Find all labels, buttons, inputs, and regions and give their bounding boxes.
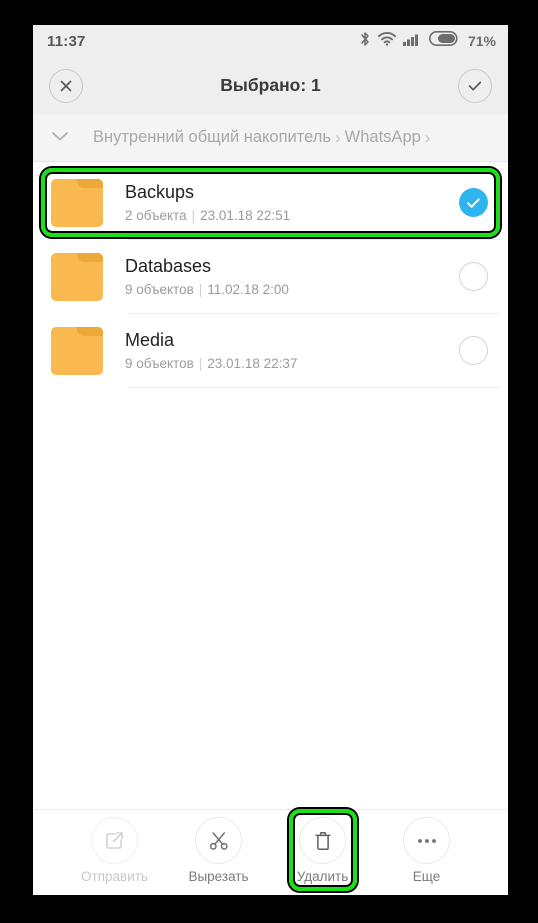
folder-name: Media [125, 330, 175, 350]
toolbar-item-cut[interactable]: Вырезать [178, 817, 260, 884]
breadcrumb-folder[interactable]: WhatsApp [345, 128, 421, 147]
delete-button[interactable] [299, 817, 346, 864]
breadcrumb-root[interactable]: Внутренний общий накопитель [93, 128, 331, 147]
breadcrumb[interactable]: Внутренний общий накопитель › WhatsApp › [33, 114, 508, 162]
list-item-text: Media 9 объектов | 23.01.18 22:37 [125, 330, 459, 371]
row-divider [128, 387, 500, 388]
list-item-text: Databases 9 объектов | 11.02.18 2:00 [125, 256, 459, 297]
folder-name: Databases [125, 256, 212, 276]
toolbar-label-more: Еще [412, 869, 441, 884]
folder-icon [51, 178, 103, 227]
folder-meta: 9 объектов | 11.02.18 2:00 [125, 282, 459, 297]
page-title: Выбрано: 1 [220, 75, 321, 95]
cellular-signal-icon [402, 32, 422, 51]
meta-separator: | [198, 282, 203, 297]
toolbar-item-more[interactable]: Еще [386, 817, 468, 884]
more-button[interactable] [403, 817, 450, 864]
action-toolbar: Отправить Вырезать Удалить Еще [33, 809, 508, 895]
selection-header: Выбрано: 1 [33, 57, 508, 114]
toolbar-label-delete: Удалить [296, 869, 349, 884]
close-button[interactable] [49, 68, 83, 103]
phone-screen: 11:37 71% Выбрано: 1 Внутренний общий на… [33, 25, 508, 895]
check-icon [467, 198, 480, 208]
folder-date: 23.01.18 22:37 [207, 356, 298, 371]
battery-percent: 71% [467, 33, 496, 49]
toolbar-label-share: Отправить [81, 869, 148, 884]
folder-tab [77, 178, 103, 188]
battery-icon [428, 31, 459, 51]
folder-date: 11.02.18 2:00 [207, 282, 289, 297]
breadcrumb-separator-2: › [424, 127, 431, 147]
trash-icon [314, 831, 331, 850]
list-item[interactable]: Databases 9 объектов | 11.02.18 2:00 [33, 240, 508, 313]
scissors-icon [209, 831, 228, 850]
meta-separator: | [198, 356, 203, 371]
bluetooth-icon [359, 31, 371, 52]
row-checkbox-checked[interactable] [459, 188, 488, 217]
list-item[interactable]: Media 9 объектов | 23.01.18 22:37 [33, 314, 508, 387]
confirm-button[interactable] [458, 68, 492, 103]
meta-separator: | [191, 208, 196, 223]
row-checkbox-unchecked[interactable] [459, 336, 488, 365]
folder-tab [77, 252, 103, 262]
folder-item-count: 9 объектов [125, 356, 194, 371]
check-icon [468, 81, 482, 91]
wifi-icon [378, 31, 396, 51]
more-dots-icon [417, 838, 436, 843]
folder-list: Backups 2 объекта | 23.01.18 22:51 Databas… [33, 162, 508, 809]
status-time: 11:37 [47, 32, 86, 50]
share-button[interactable] [91, 817, 138, 864]
share-icon [106, 832, 123, 849]
toolbar-item-share[interactable]: Отправить [74, 817, 156, 884]
folder-date: 23.01.18 22:51 [200, 208, 291, 223]
toolbar-label-cut: Вырезать [188, 869, 249, 884]
folder-icon [51, 326, 103, 375]
folder-item-count: 2 объекта [125, 208, 187, 223]
chevron-down-icon[interactable] [51, 129, 69, 147]
folder-tab [77, 326, 103, 336]
list-item-text: Backups 2 объекта | 23.01.18 22:51 [125, 182, 459, 223]
toolbar-item-delete[interactable]: Удалить [282, 809, 364, 891]
folder-icon [51, 252, 103, 301]
cut-button[interactable] [195, 817, 242, 864]
folder-meta: 2 объекта | 23.01.18 22:51 [125, 208, 459, 223]
close-icon [60, 80, 72, 91]
folder-item-count: 9 объектов [125, 282, 194, 297]
folder-name: Backups [125, 182, 195, 202]
status-bar: 11:37 71% [33, 25, 508, 57]
list-item[interactable]: Backups 2 объекта | 23.01.18 22:51 [33, 166, 508, 239]
row-checkbox-unchecked[interactable] [459, 262, 488, 291]
folder-meta: 9 объектов | 23.01.18 22:37 [125, 356, 459, 371]
status-icons: 71% [359, 31, 496, 52]
breadcrumb-separator-1: › [335, 127, 341, 147]
